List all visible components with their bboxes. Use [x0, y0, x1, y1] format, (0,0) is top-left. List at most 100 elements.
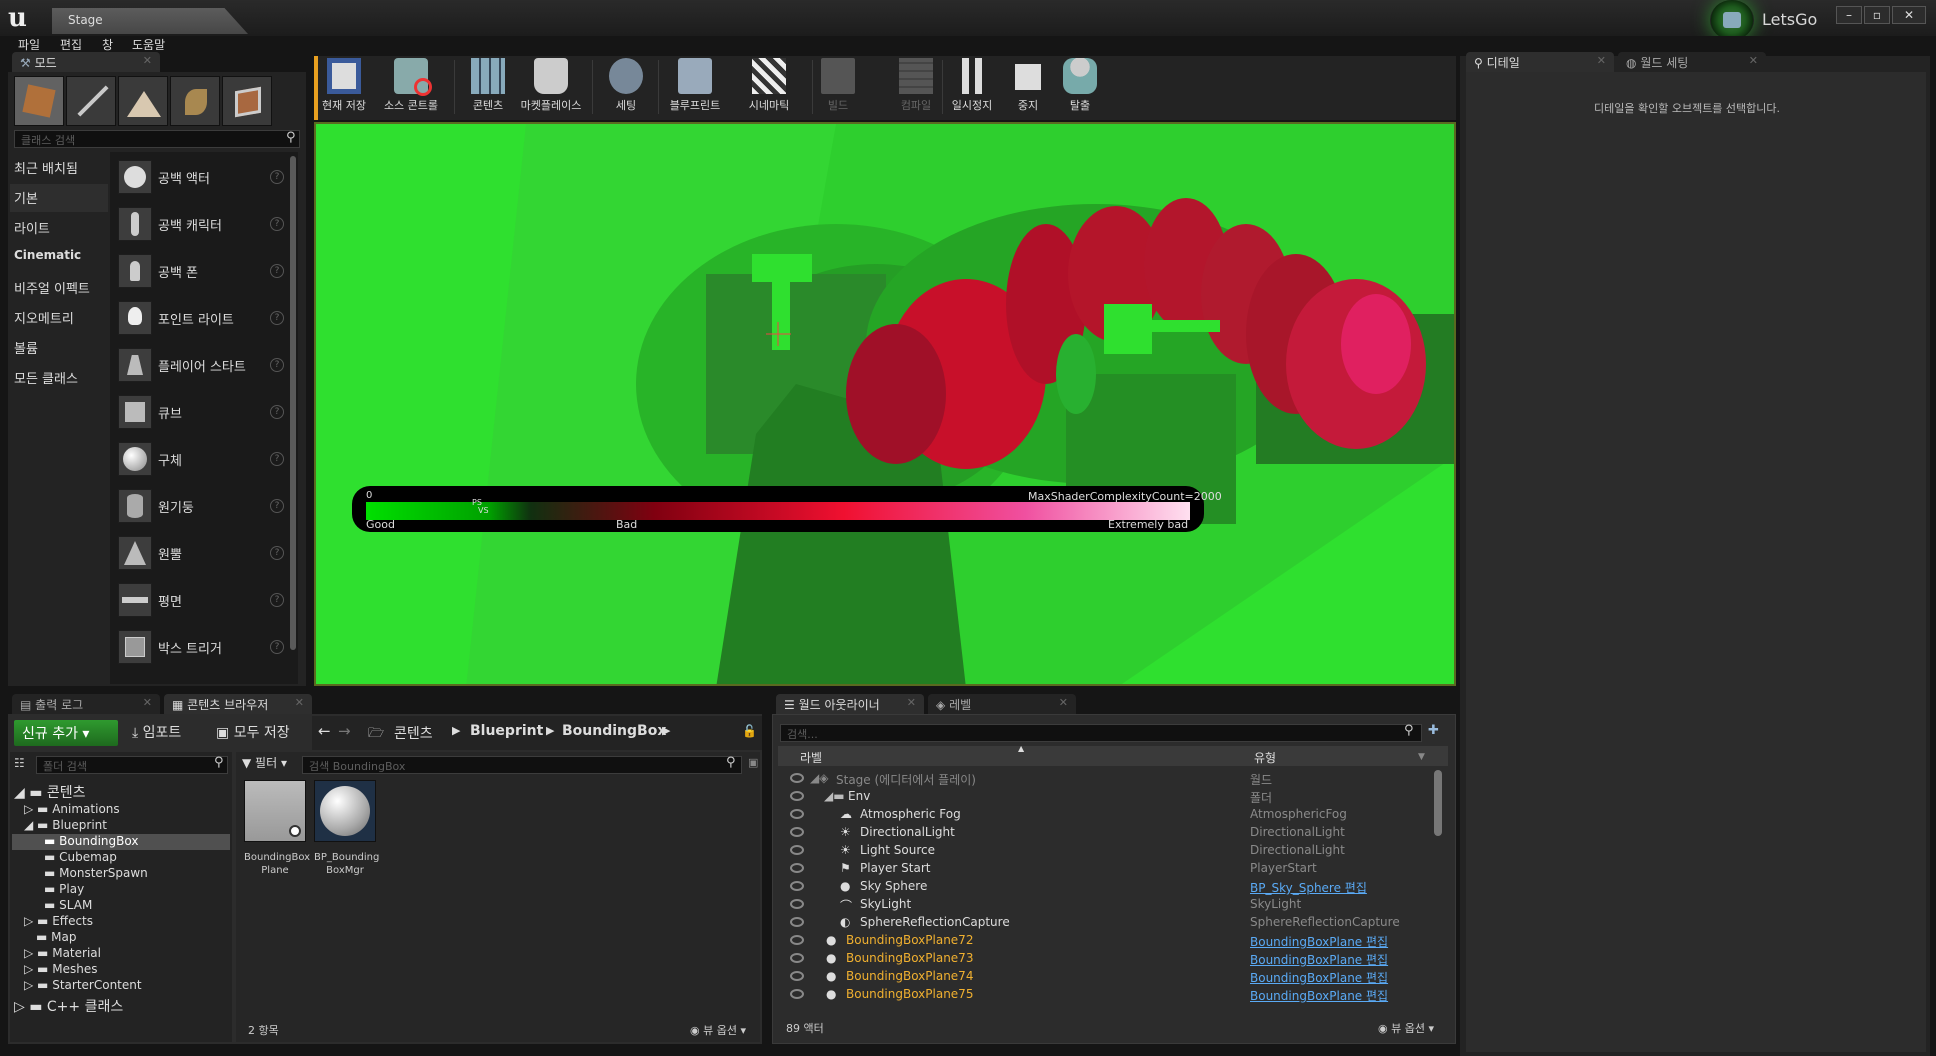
- save-current-button[interactable]: 현재 저장: [312, 58, 376, 113]
- visibility-eye-icon[interactable]: [790, 953, 804, 963]
- tree-item[interactable]: ◢ ▬ 콘텐츠: [14, 782, 86, 802]
- help-icon[interactable]: ?: [270, 358, 284, 372]
- menu-window[interactable]: 창: [102, 36, 113, 53]
- outliner-row[interactable]: ◢▬ Env 폴더: [782, 788, 1438, 806]
- tree-item[interactable]: ◢ ▬ Blueprint: [24, 818, 107, 832]
- list-item[interactable]: 플레이어 스타트: [158, 356, 246, 375]
- tree-item[interactable]: ▬ Cubemap: [44, 850, 117, 864]
- landscape-mode-button[interactable]: [118, 76, 168, 126]
- geometry-mode-button[interactable]: [222, 76, 272, 126]
- maximize-button[interactable]: ▫: [1864, 6, 1890, 24]
- visibility-eye-icon[interactable]: [790, 845, 804, 855]
- close-icon[interactable]: ✕: [907, 696, 916, 709]
- build-button[interactable]: 빌드: [806, 58, 870, 113]
- level-tab[interactable]: Stage: [52, 8, 248, 34]
- cinematics-button[interactable]: 시네마틱: [736, 58, 802, 113]
- compile-button[interactable]: 컴파일: [884, 58, 948, 113]
- tree-item[interactable]: ▷ ▬ Effects: [24, 914, 93, 928]
- lock-icon[interactable]: 🔓: [742, 724, 757, 738]
- visibility-eye-icon[interactable]: [790, 881, 804, 891]
- back-icon[interactable]: ←: [318, 722, 331, 740]
- forward-icon[interactable]: →: [338, 722, 351, 740]
- help-icon[interactable]: ?: [270, 170, 284, 184]
- close-icon[interactable]: ✕: [295, 696, 304, 709]
- source-control-button[interactable]: 소스 콘트롤: [376, 58, 446, 113]
- list-item[interactable]: 포인트 라이트: [158, 309, 234, 328]
- category-lights[interactable]: 라이트: [14, 218, 50, 237]
- help-icon[interactable]: ?: [270, 311, 284, 325]
- stop-button[interactable]: 중지: [1000, 58, 1056, 113]
- eject-button[interactable]: 탈출: [1054, 58, 1106, 113]
- list-item[interactable]: 공백 캐릭터: [158, 215, 222, 234]
- row-type-link[interactable]: BP_Sky_Sphere 편집: [1250, 879, 1367, 896]
- add-new-button[interactable]: 신규 추가 ▾: [14, 720, 118, 746]
- outliner-row[interactable]: ● Sky Sphere BP_Sky_Sphere 편집: [782, 878, 1438, 896]
- visibility-eye-icon[interactable]: [790, 827, 804, 837]
- tab-content-browser[interactable]: ▦ 콘텐츠 브라우저 ✕: [164, 694, 312, 714]
- menu-help[interactable]: 도움말: [132, 36, 165, 53]
- visibility-eye-icon[interactable]: [790, 809, 804, 819]
- visibility-eye-icon[interactable]: [790, 773, 804, 783]
- column-dropdown-icon[interactable]: ▼: [1418, 752, 1425, 762]
- menu-edit[interactable]: 편집: [60, 36, 82, 53]
- outliner-row[interactable]: ☁ Atmospheric Fog AtmosphericFog: [782, 806, 1438, 824]
- tree-toggle-icon[interactable]: ☷: [14, 756, 25, 770]
- unreal-logo-icon[interactable]: u: [8, 4, 36, 32]
- visibility-eye-icon[interactable]: [790, 791, 804, 801]
- outliner-row[interactable]: ◢◈ Stage (에디터에서 플레이) 월드: [782, 770, 1438, 788]
- foliage-mode-button[interactable]: [170, 76, 220, 126]
- category-cinematic[interactable]: Cinematic: [14, 248, 81, 262]
- tab-modes[interactable]: ⚒ 모드 ✕: [12, 52, 160, 72]
- outliner-row[interactable]: ⌒ SkyLight SkyLight: [782, 896, 1438, 914]
- tree-item[interactable]: ▷ ▬ Animations: [24, 802, 120, 816]
- asset-search-input[interactable]: 검색 BoundingBox: [302, 756, 742, 774]
- row-type-link[interactable]: BoundingBoxPlane 편집: [1250, 969, 1388, 986]
- close-icon[interactable]: ✕: [143, 696, 152, 709]
- import-button[interactable]: ⤓ 임포트: [132, 722, 181, 742]
- list-item[interactable]: 박스 트리거: [158, 638, 222, 657]
- category-volumes[interactable]: 볼륨: [14, 338, 38, 357]
- list-scrollbar[interactable]: [290, 156, 296, 650]
- row-type-link[interactable]: BoundingBoxPlane 편집: [1250, 987, 1388, 1004]
- help-icon[interactable]: ?: [270, 640, 284, 654]
- tree-item[interactable]: ▬ SLAM: [44, 898, 92, 912]
- minimize-button[interactable]: –: [1836, 6, 1862, 24]
- tree-item[interactable]: ▬ MonsterSpawn: [44, 866, 148, 880]
- row-type-link[interactable]: BoundingBoxPlane 편집: [1250, 933, 1388, 950]
- close-button[interactable]: ✕: [1892, 6, 1926, 24]
- outliner-row[interactable]: ● BoundingBoxPlane72 BoundingBoxPlane 편집: [782, 932, 1438, 950]
- category-recent[interactable]: 최근 배치됨: [14, 158, 78, 177]
- close-icon[interactable]: ✕: [1059, 696, 1068, 709]
- menu-file[interactable]: 파일: [18, 36, 40, 53]
- help-icon[interactable]: ?: [270, 546, 284, 560]
- save-search-icon[interactable]: ▣: [748, 756, 758, 769]
- tree-item[interactable]: ▬ Play: [44, 882, 84, 896]
- outliner-row[interactable]: ● BoundingBoxPlane74 BoundingBoxPlane 편집: [782, 968, 1438, 986]
- blueprints-button[interactable]: 블루프린트: [660, 58, 730, 113]
- breadcrumb-boundingbox[interactable]: BoundingBox: [562, 723, 666, 739]
- tree-item[interactable]: ▷ ▬ Meshes: [24, 962, 97, 976]
- row-type-link[interactable]: BoundingBoxPlane 편집: [1250, 951, 1388, 968]
- help-icon[interactable]: ?: [270, 217, 284, 231]
- category-geometry[interactable]: 지오메트리: [14, 308, 74, 327]
- list-item[interactable]: 원기둥: [158, 497, 194, 516]
- tree-item[interactable]: ▬ Map: [36, 930, 77, 944]
- view-options-button[interactable]: ◉ 뷰 옵션 ▾: [690, 1022, 746, 1038]
- list-item[interactable]: 큐브: [158, 403, 182, 422]
- filter-button[interactable]: ▼ 필터 ▾: [242, 754, 287, 771]
- close-icon[interactable]: ✕: [1597, 54, 1606, 67]
- tab-details[interactable]: ⚲ 디테일 ✕: [1466, 52, 1614, 72]
- help-icon[interactable]: ?: [270, 593, 284, 607]
- outliner-row[interactable]: ● BoundingBoxPlane73 BoundingBoxPlane 편집: [782, 950, 1438, 968]
- category-basic[interactable]: 기본: [14, 188, 38, 207]
- tab-world-settings[interactable]: ◍ 월드 세팅 ✕: [1618, 52, 1766, 72]
- tree-item[interactable]: ▷ ▬ C++ 클래스: [14, 996, 123, 1016]
- project-icon[interactable]: [1710, 0, 1754, 40]
- list-item[interactable]: 평면: [158, 591, 182, 610]
- visibility-eye-icon[interactable]: [790, 899, 804, 909]
- asset-thumbnail-plane[interactable]: [244, 780, 306, 842]
- tab-world-outliner[interactable]: ☰ 월드 아웃라이너 ✕: [776, 694, 924, 714]
- close-icon[interactable]: ✕: [143, 54, 152, 67]
- category-all-classes[interactable]: 모든 클래스: [14, 368, 78, 387]
- place-mode-button[interactable]: [14, 76, 64, 126]
